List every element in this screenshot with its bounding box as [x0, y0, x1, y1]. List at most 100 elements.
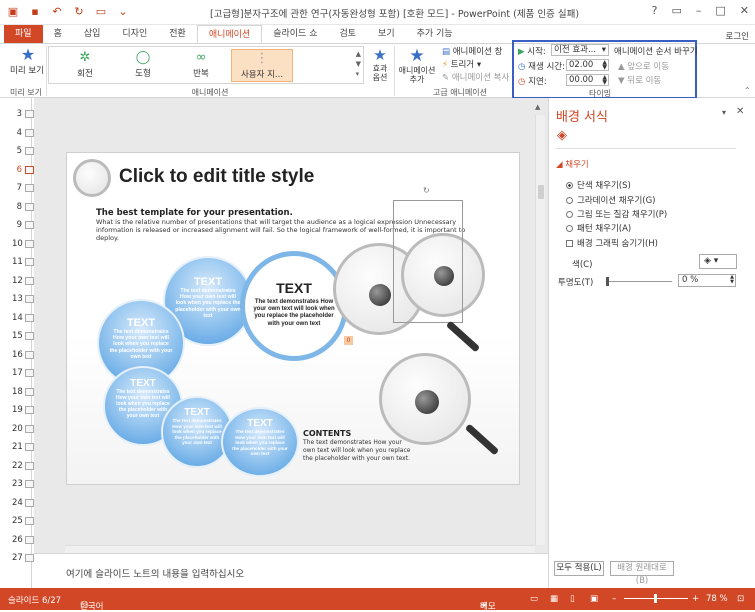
tab-view[interactable]: 보기 — [367, 25, 406, 43]
slide-thumbnail[interactable]: 22 — [0, 458, 34, 475]
slideshow-view-icon[interactable]: ▣ — [590, 594, 598, 604]
slide-thumbnail[interactable]: 3 — [0, 106, 34, 123]
horizontal-scrollbar[interactable] — [65, 545, 535, 553]
animation-order-tag[interactable]: 0 — [344, 336, 353, 345]
notes-pane[interactable]: 여기에 슬라이드 노트의 내용을 입력하십시오 — [34, 553, 548, 588]
animation-pane-button[interactable]: ▤ 애니메이션 창 — [442, 46, 509, 59]
slide-thumbnail[interactable]: 5 — [0, 143, 34, 160]
gallery-item-custom[interactable]: ⋮ 사용자 지... — [231, 49, 293, 82]
login-link[interactable]: 로그인 — [726, 30, 749, 42]
slide-thumbnail[interactable]: 12 — [0, 273, 34, 290]
delay-spinner[interactable]: 00.00 ▲ ▼ — [566, 74, 609, 86]
slide-thumbnail[interactable]: 8 — [0, 199, 34, 216]
zoom-level[interactable]: 78 % — [706, 594, 728, 604]
redo-icon[interactable]: ↻ — [72, 5, 86, 19]
add-animation-button[interactable]: ★ 애니메이션 추가 — [398, 46, 436, 84]
collapse-ribbon-icon[interactable]: ⌃ — [744, 86, 751, 95]
slide-thumbnail[interactable]: 17 — [0, 365, 34, 382]
fit-slide-icon[interactable]: ⊡ — [737, 594, 744, 604]
gallery-item-loops[interactable]: ∞ 반복 — [173, 49, 229, 82]
start-dropdown[interactable]: 이전 효과... ▾ — [551, 44, 609, 56]
preview-button[interactable]: ★ 미리 보기 — [10, 46, 44, 77]
fill-bucket-icon[interactable]: ◈ — [557, 128, 567, 143]
zoom-slider-thumb[interactable] — [654, 594, 657, 603]
slide-subtitle[interactable]: The best template for your presentation. — [96, 208, 293, 218]
slide-thumbnail[interactable]: 4 — [0, 125, 34, 142]
slide-canvas[interactable]: Click to edit title style The best templ… — [66, 152, 520, 485]
transparency-spinner[interactable]: 0 % ▲ ▼ — [678, 274, 736, 287]
color-picker-button[interactable]: ◈ ▾ — [699, 254, 737, 269]
close-button[interactable]: ✕ — [740, 4, 749, 17]
gallery-scroll-icon[interactable]: ▲ ▼ ▾ — [356, 49, 361, 79]
move-later-button[interactable]: ▼ 뒤로 이동 — [618, 74, 661, 86]
effect-options-button[interactable]: ★ 효과 옵션 — [368, 46, 392, 82]
save-icon[interactable]: ▪ — [28, 5, 42, 19]
normal-view-icon[interactable]: ▭ — [530, 594, 538, 604]
duration-spinner[interactable]: 02.00 ▲ ▼ — [566, 59, 609, 71]
tab-insert[interactable]: 삽입 — [73, 25, 112, 43]
slide-title[interactable]: Click to edit title style — [119, 166, 314, 188]
picture-fill-option[interactable]: 그림 또는 질감 채우기(P) — [566, 208, 667, 220]
slide-thumbnail[interactable]: 6 — [0, 162, 34, 179]
help-button[interactable]: ? — [652, 4, 658, 17]
reset-background-button[interactable]: 배경 원래대로(B) — [610, 561, 674, 586]
pattern-fill-option[interactable]: 패턴 채우기(A) — [566, 222, 631, 234]
slide-thumbnail[interactable]: 11 — [0, 254, 34, 271]
scroll-thumb[interactable] — [538, 185, 544, 199]
slide-thumbnail[interactable]: 15 — [0, 328, 34, 345]
move-earlier-button[interactable]: ▲ 앞으로 이동 — [618, 60, 669, 72]
text-circle-5[interactable]: TEXT The text demonstrates How your own … — [221, 407, 299, 477]
slide-thumbnail[interactable]: 27 — [0, 550, 34, 567]
maximize-button[interactable]: □ — [715, 4, 725, 17]
tab-design[interactable]: 디자인 — [111, 25, 158, 43]
contents-body[interactable]: The text demonstrates How your own text … — [303, 439, 413, 463]
vertical-scrollbar[interactable] — [535, 115, 545, 545]
undo-icon[interactable]: ↶ — [50, 5, 64, 19]
slide-thumbnail[interactable]: 20 — [0, 421, 34, 438]
slide-thumbnail[interactable]: 23 — [0, 476, 34, 493]
ribbon-display-button[interactable]: ▭ — [671, 4, 681, 17]
zoom-out-icon[interactable]: – — [612, 594, 616, 604]
tab-review[interactable]: 검토 — [328, 25, 367, 43]
reading-view-icon[interactable]: ▯ — [570, 594, 575, 604]
slide-thumbnail[interactable]: 21 — [0, 439, 34, 456]
rotate-handle-icon[interactable]: ↻ — [423, 186, 430, 195]
slide-thumbnail[interactable]: 19 — [0, 402, 34, 419]
apply-to-all-button[interactable]: 모두 적용(L) — [554, 561, 604, 576]
customize-qat-icon[interactable]: ⌄ — [116, 5, 130, 19]
trigger-button[interactable]: ⚡ 트리거 ▾ — [442, 59, 509, 72]
solid-fill-option[interactable]: 단색 채우기(S) — [566, 179, 631, 191]
slideshow-start-icon[interactable]: ▭ — [94, 5, 108, 19]
slide-thumbnail[interactable]: 26 — [0, 532, 34, 549]
transparency-slider[interactable] — [606, 281, 672, 282]
text-circle-main[interactable]: TEXT The text demonstrates How your own … — [240, 251, 348, 361]
fill-section-header[interactable]: ◢ 채우기 — [556, 158, 589, 170]
hide-background-graphics-checkbox[interactable]: 배경 그래픽 숨기기(H) — [566, 237, 658, 249]
animation-painter-button[interactable]: ✎ 애니메이션 복사 — [442, 72, 509, 85]
transparency-slider-thumb[interactable] — [606, 277, 609, 286]
gradient-fill-option[interactable]: 그라데이션 채우기(G) — [566, 194, 655, 206]
tab-home[interactable]: 홈 — [43, 25, 73, 43]
slide-thumbnail[interactable]: 10 — [0, 236, 34, 253]
tab-animations[interactable]: 애니메이션 — [196, 25, 263, 43]
slide-thumbnail[interactable]: 13 — [0, 291, 34, 308]
contents-heading[interactable]: CONTENTS — [303, 429, 351, 438]
slide-thumbnail[interactable]: 25 — [0, 513, 34, 530]
tab-transitions[interactable]: 전환 — [158, 25, 197, 43]
tab-addins[interactable]: 추가 기능 — [406, 25, 464, 43]
slide-thumbnail[interactable]: 7 — [0, 180, 34, 197]
pane-options-icon[interactable]: ▾ — [722, 108, 726, 117]
tab-slideshow[interactable]: 슬라이드 쇼 — [262, 25, 328, 43]
gallery-item-spin[interactable]: ✲ 회전 — [57, 49, 113, 82]
slide-sorter-icon[interactable]: ▦ — [550, 594, 558, 604]
slide-thumbnail[interactable]: 18 — [0, 384, 34, 401]
slide-thumbnail[interactable]: 9 — [0, 217, 34, 234]
scroll-up-icon[interactable]: ▲ — [535, 103, 540, 111]
minimize-button[interactable]: – — [696, 4, 702, 17]
slide-thumbnail[interactable]: 16 — [0, 347, 34, 364]
selected-object-frame[interactable] — [393, 200, 463, 323]
zoom-in-icon[interactable]: + — [692, 594, 699, 604]
tab-file[interactable]: 파일 — [4, 25, 43, 43]
pane-close-icon[interactable]: ✕ — [736, 106, 744, 117]
gallery-item-shape[interactable]: ◯ 도형 — [115, 49, 171, 82]
